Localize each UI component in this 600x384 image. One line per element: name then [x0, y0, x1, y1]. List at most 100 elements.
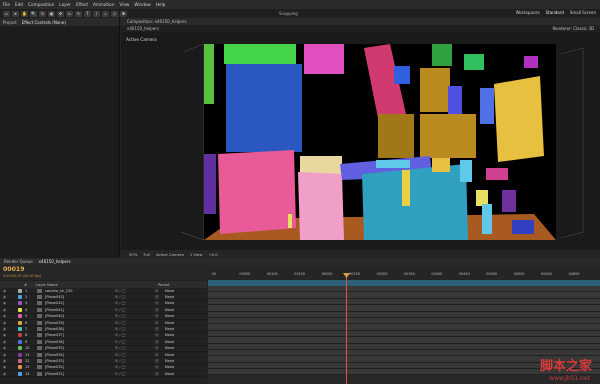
camera-select[interactable]: Active Camera	[156, 252, 184, 257]
menu-item-help[interactable]: Help	[156, 2, 166, 7]
tab-timeline-comp[interactable]: x46150_helpers	[39, 259, 71, 264]
label-color-swatch[interactable]	[18, 295, 22, 300]
parent-select[interactable]: None	[165, 353, 174, 357]
scene-render[interactable]	[204, 44, 556, 240]
label-color-swatch[interactable]	[18, 288, 22, 293]
label-color-swatch[interactable]	[18, 365, 22, 370]
rect-tool-icon[interactable]: ▭	[66, 10, 73, 17]
brush-tool-icon[interactable]: /	[93, 10, 100, 17]
layer-name[interactable]: [Plane034]	[45, 353, 115, 357]
parent-select[interactable]: None	[165, 314, 174, 318]
visibility-eye-icon[interactable]: ◉	[0, 372, 18, 376]
comp-breadcrumb[interactable]: x46150_helpers	[127, 26, 159, 31]
pan-tool-icon[interactable]: ✥	[57, 10, 64, 17]
playhead[interactable]	[346, 273, 347, 384]
visibility-eye-icon[interactable]: ◉	[0, 321, 18, 325]
pickwhip-icon[interactable]: @	[155, 308, 165, 312]
switches-icon[interactable]: ⚙ / ◯	[115, 365, 155, 369]
eraser-tool-icon[interactable]: ◇	[111, 10, 118, 17]
menu-item-window[interactable]: Window	[134, 2, 151, 7]
zoom-select[interactable]: 50%	[129, 252, 137, 257]
parent-select[interactable]: None	[165, 301, 174, 305]
rotate-tool-icon[interactable]: ↻	[39, 10, 46, 17]
views-select[interactable]: 1 View	[190, 252, 203, 257]
menu-item-file[interactable]: File	[3, 2, 10, 7]
pickwhip-icon[interactable]: @	[155, 289, 165, 293]
label-color-swatch[interactable]	[18, 333, 22, 338]
pickwhip-icon[interactable]: @	[155, 327, 165, 331]
switches-icon[interactable]: ⚙ / ◯	[115, 340, 155, 344]
pickwhip-icon[interactable]: @	[155, 365, 165, 369]
parent-select[interactable]: None	[165, 372, 174, 376]
layer-name[interactable]: [Plane041]	[45, 308, 115, 312]
label-color-swatch[interactable]	[18, 327, 22, 332]
visibility-eye-icon[interactable]: ◉	[0, 314, 18, 318]
visibility-eye-icon[interactable]: ◉	[0, 308, 18, 312]
layer-name[interactable]: [Plane036]	[45, 340, 115, 344]
switches-icon[interactable]: ⚙ / ◯	[115, 353, 155, 357]
switches-icon[interactable]: ⚙ / ◯	[115, 289, 155, 293]
label-color-swatch[interactable]	[18, 314, 22, 319]
visibility-eye-icon[interactable]: ◉	[0, 353, 18, 357]
switches-icon[interactable]: ⚙ / ◯	[115, 359, 155, 363]
layer-name[interactable]: [Plane032]	[45, 365, 115, 369]
label-color-swatch[interactable]	[18, 320, 22, 325]
layer-name[interactable]: [Plane037]	[45, 333, 115, 337]
resolution-select[interactable]: Full	[143, 252, 150, 257]
visibility-eye-icon[interactable]: ◉	[0, 333, 18, 337]
layer-name[interactable]: [Plane039]	[45, 321, 115, 325]
current-time[interactable]: 00019	[3, 266, 25, 273]
visibility-eye-icon[interactable]: ◉	[0, 365, 18, 369]
layer-name[interactable]: [Plane040]	[45, 314, 115, 318]
puppet-tool-icon[interactable]: ✱	[120, 10, 127, 17]
switches-icon[interactable]: ⚙ / ◯	[115, 301, 155, 305]
renderer-value[interactable]: Classic 3D	[573, 26, 594, 31]
visibility-eye-icon[interactable]: ◉	[0, 295, 18, 299]
visibility-eye-icon[interactable]: ◉	[0, 359, 18, 363]
switches-icon[interactable]: ⚙ / ◯	[115, 372, 155, 376]
layer-name[interactable]: [Plane042]	[45, 301, 115, 305]
parent-select[interactable]: None	[165, 327, 174, 331]
visibility-eye-icon[interactable]: ◉	[0, 327, 18, 331]
parent-select[interactable]: None	[165, 289, 174, 293]
workspaces-label[interactable]: Workspaces	[516, 10, 540, 15]
camera-tool-icon[interactable]: ▣	[48, 10, 55, 17]
pickwhip-icon[interactable]: @	[155, 353, 165, 357]
layer-name[interactable]: camera_sh_230	[45, 289, 115, 293]
pen-tool-icon[interactable]: ✎	[75, 10, 82, 17]
label-color-swatch[interactable]	[18, 346, 22, 351]
switches-icon[interactable]: ⚙ / ◯	[115, 314, 155, 318]
zoom-tool-icon[interactable]: 🔍	[30, 10, 37, 17]
label-color-swatch[interactable]	[18, 339, 22, 344]
menu-item-layer[interactable]: Layer	[59, 2, 71, 7]
exposure-value[interactable]: +0.0	[208, 252, 217, 257]
stamp-tool-icon[interactable]: ⊥	[102, 10, 109, 17]
layer-name[interactable]: [Plane043]	[45, 295, 115, 299]
pickwhip-icon[interactable]: @	[155, 295, 165, 299]
layer-row[interactable]: ◉ 14 [Plane031] ⚙ / ◯ @ None	[0, 371, 207, 378]
label-color-swatch[interactable]	[18, 307, 22, 312]
pickwhip-icon[interactable]: @	[155, 321, 165, 325]
parent-select[interactable]: None	[165, 340, 174, 344]
tab-render-queue[interactable]: Render Queue	[4, 259, 33, 264]
switches-icon[interactable]: ⚙ / ◯	[115, 346, 155, 350]
parent-select[interactable]: None	[165, 346, 174, 350]
parent-select[interactable]: None	[165, 295, 174, 299]
parent-select[interactable]: None	[165, 359, 174, 363]
pickwhip-icon[interactable]: @	[155, 340, 165, 344]
switches-icon[interactable]: ⚙ / ◯	[115, 308, 155, 312]
parent-select[interactable]: None	[165, 333, 174, 337]
visibility-eye-icon[interactable]: ◉	[0, 346, 18, 350]
snapping-label[interactable]: Snapping	[279, 11, 298, 16]
menu-item-view[interactable]: View	[119, 2, 129, 7]
workspace-small-screen[interactable]: Small Screen	[570, 10, 596, 15]
time-ruler[interactable]: 00 00050 00100 00150 00200 00250 00300 00350 004…	[208, 265, 600, 280]
label-color-swatch[interactable]	[18, 352, 22, 357]
text-tool-icon[interactable]: T	[84, 10, 91, 17]
switches-icon[interactable]: ⚙ / ◯	[115, 295, 155, 299]
switches-icon[interactable]: ⚙ / ◯	[115, 321, 155, 325]
workspace-standard[interactable]: Standard	[546, 10, 564, 15]
parent-select[interactable]: None	[165, 321, 174, 325]
layer-name[interactable]: [Plane035]	[45, 346, 115, 350]
visibility-eye-icon[interactable]: ◉	[0, 301, 18, 305]
